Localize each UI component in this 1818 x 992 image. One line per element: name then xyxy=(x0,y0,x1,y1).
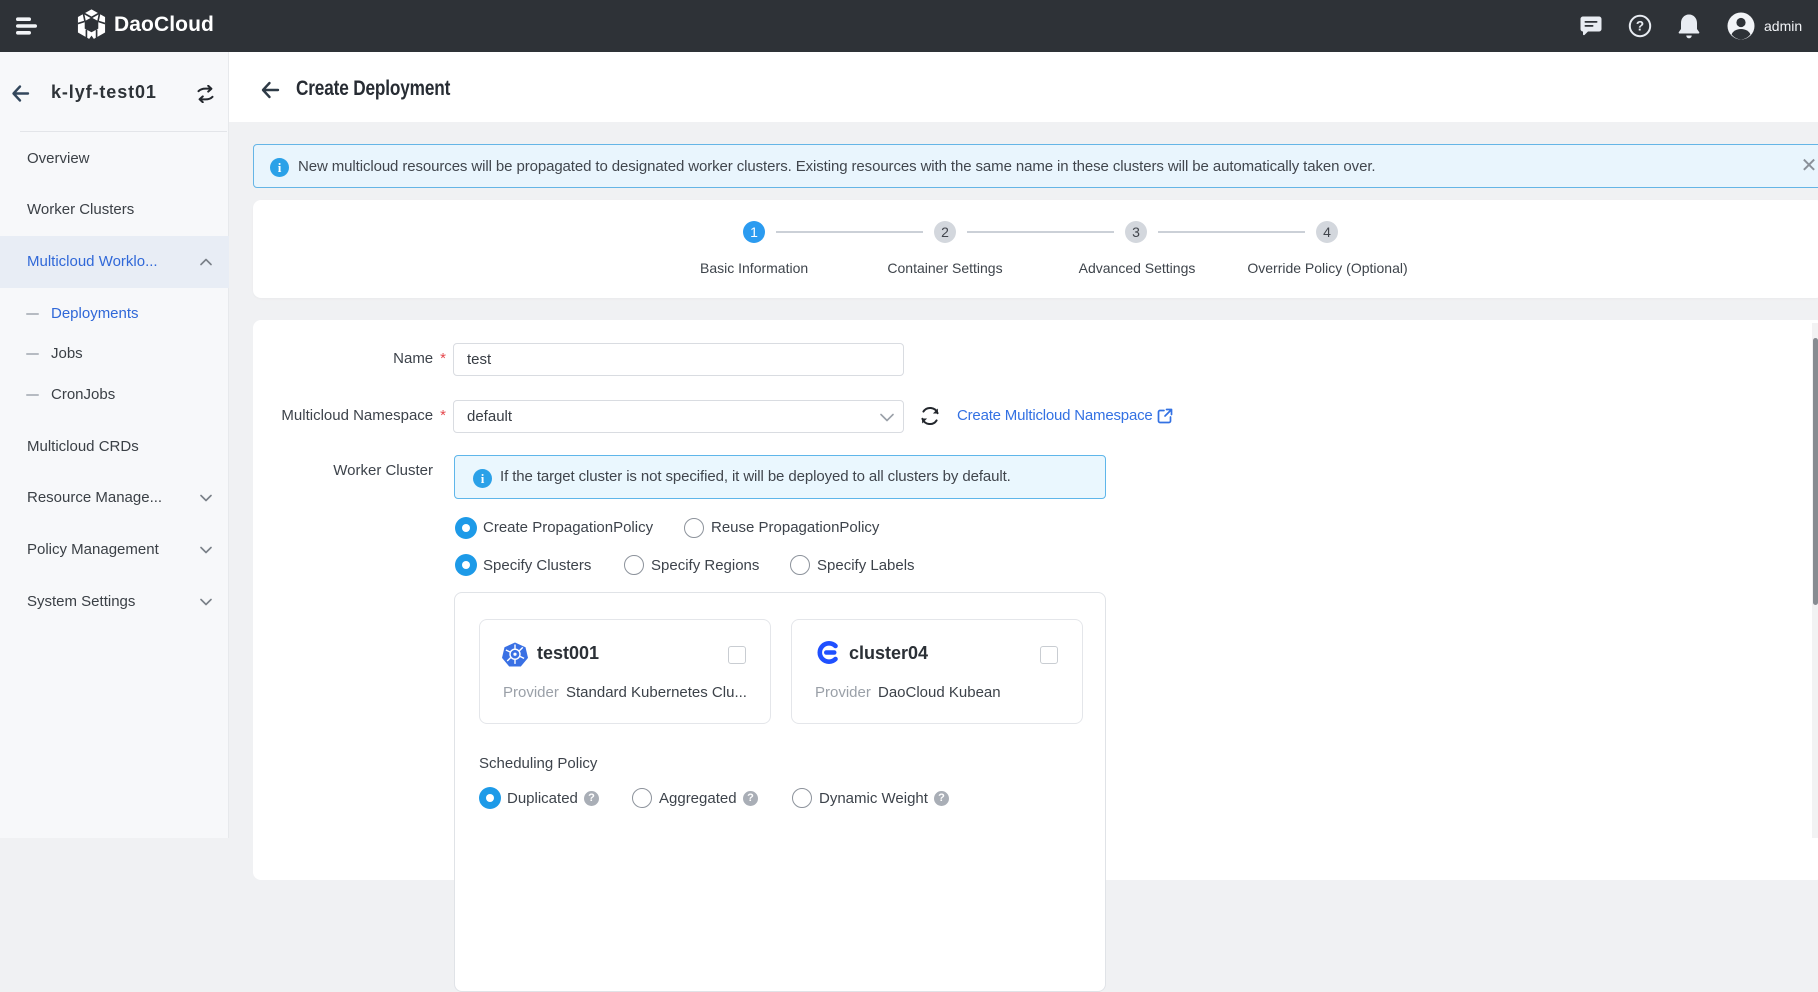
svg-text:?: ? xyxy=(1636,19,1644,34)
